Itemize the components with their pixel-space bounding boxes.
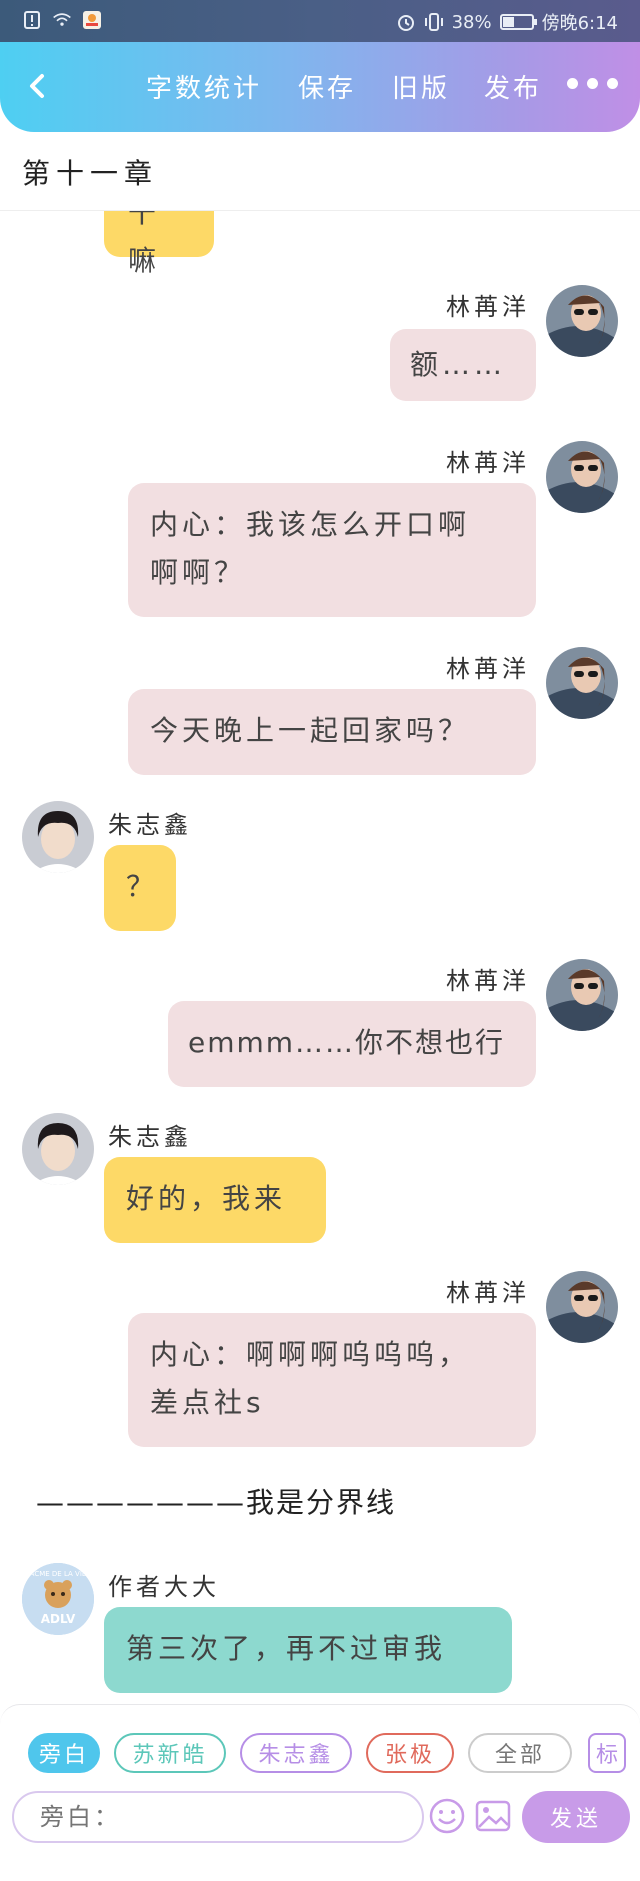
status-left xyxy=(22,10,102,30)
message-text: 干嘛 xyxy=(128,211,161,277)
avatar[interactable] xyxy=(546,1271,618,1343)
message-text: 内心：我该怎么开口啊 xyxy=(150,508,471,541)
avatar[interactable] xyxy=(546,959,618,1031)
message-bubble[interactable]: 第三次了，再不过审我 xyxy=(104,1607,512,1693)
chat-area[interactable]: 干嘛 林苒洋 额…… 林苒洋 内心：我该怎么开口啊 啊啊？ 林苒洋 今天晚上一起… xyxy=(0,211,640,1704)
sender-name: 朱志鑫 xyxy=(108,1123,192,1151)
vibrate-icon xyxy=(424,13,443,31)
role-chip-zhu[interactable]: 朱志鑫 xyxy=(240,1733,352,1773)
message-bubble[interactable]: 干嘛 xyxy=(104,211,214,277)
sender-name: 作者大大 xyxy=(108,1573,220,1601)
message-text: emmm……你不想也行 xyxy=(188,1026,506,1059)
avatar-zhu-icon xyxy=(22,801,94,873)
back-arrow-icon[interactable] xyxy=(18,66,58,106)
message-text-line2: 差点社s xyxy=(150,1386,265,1419)
message-text: ？ xyxy=(126,870,159,903)
more-icon[interactable] xyxy=(567,78,618,89)
avatar-lin-icon xyxy=(546,959,618,1031)
message-bubble[interactable]: 好的，我来 xyxy=(104,1157,326,1243)
role-chip-su[interactable]: 苏新皓 xyxy=(114,1733,226,1773)
avatar-lin-icon xyxy=(546,647,618,719)
message-bubble[interactable]: 内心：我该怎么开口啊 啊啊？ xyxy=(128,483,536,617)
message-input[interactable] xyxy=(12,1791,424,1843)
avatar[interactable]: ACME DE LA VIE ADLV xyxy=(22,1563,94,1635)
sender-name: 林苒洋 xyxy=(446,967,530,995)
avatar[interactable] xyxy=(22,1113,94,1185)
avatar[interactable] xyxy=(546,285,618,357)
avatar[interactable] xyxy=(22,801,94,873)
avatar-zhu-icon xyxy=(22,1113,94,1185)
status-bar: 38% 傍晚6:14 xyxy=(0,0,640,42)
wifi-icon xyxy=(53,13,71,26)
sender-name: 林苒洋 xyxy=(446,293,530,321)
sender-name: 林苒洋 xyxy=(446,449,530,477)
notification-icon xyxy=(24,11,40,29)
avatar-ring-text: ACME DE LA VIE xyxy=(30,1570,87,1578)
word-count-button[interactable]: 字数统计 xyxy=(146,68,262,105)
chapter-title[interactable]: 第十一章 xyxy=(22,152,158,192)
battery-percent: 38% xyxy=(451,11,492,33)
publish-button[interactable]: 发布 xyxy=(484,68,542,105)
message-bubble[interactable]: 今天晚上一起回家吗？ xyxy=(128,689,536,775)
message-text-line2: 啊啊？ xyxy=(150,556,247,589)
message-text: 额…… xyxy=(410,348,507,381)
message-bubble[interactable]: ？ xyxy=(104,845,176,931)
avatar-caption: ADLV xyxy=(41,1612,76,1626)
sender-name: 林苒洋 xyxy=(446,1279,530,1307)
avatar-lin-icon xyxy=(546,1271,618,1343)
avatar[interactable] xyxy=(546,441,618,513)
alarm-icon xyxy=(397,15,414,31)
status-right: 38% 傍晚6:14 xyxy=(396,9,618,35)
message-text: 今天晚上一起回家吗？ xyxy=(150,714,471,747)
app-notification-icon xyxy=(83,11,101,29)
role-chip-zhang[interactable]: 张极 xyxy=(366,1733,454,1773)
old-version-button[interactable]: 旧版 xyxy=(392,68,450,105)
message-text: 第三次了，再不过审我 xyxy=(126,1632,447,1665)
message-bubble[interactable]: 额…… xyxy=(390,329,536,401)
section-divider[interactable]: ———————我是分界线 xyxy=(36,1481,396,1521)
clock: 傍晚6:14 xyxy=(541,13,618,34)
emoji-icon[interactable] xyxy=(428,1797,466,1835)
avatar-author-icon: ACME DE LA VIE ADLV xyxy=(22,1563,94,1635)
message-bubble[interactable]: 内心：啊啊啊呜呜呜， 差点社s xyxy=(128,1313,536,1447)
sender-name: 朱志鑫 xyxy=(108,811,192,839)
role-chip-narrator[interactable]: 旁白 xyxy=(28,1733,100,1773)
composer-bar: 旁白 苏新皓 朱志鑫 张极 全部 标 发送 xyxy=(0,1704,640,1881)
tag-button[interactable]: 标 xyxy=(588,1733,626,1773)
send-button[interactable]: 发送 xyxy=(522,1791,630,1843)
avatar-lin-icon xyxy=(546,441,618,513)
sender-name: 林苒洋 xyxy=(446,655,530,683)
message-text: 好的，我来 xyxy=(126,1182,287,1215)
role-chip-all[interactable]: 全部 xyxy=(468,1733,572,1773)
avatar-lin-icon xyxy=(546,285,618,357)
save-button[interactable]: 保存 xyxy=(298,68,356,105)
avatar[interactable] xyxy=(546,647,618,719)
battery-icon xyxy=(499,14,537,30)
message-text: 内心：啊啊啊呜呜呜， xyxy=(150,1338,471,1371)
image-icon[interactable] xyxy=(474,1797,512,1835)
message-bubble[interactable]: emmm……你不想也行 xyxy=(168,1001,536,1087)
editor-header: 字数统计 保存 旧版 发布 xyxy=(0,42,640,132)
